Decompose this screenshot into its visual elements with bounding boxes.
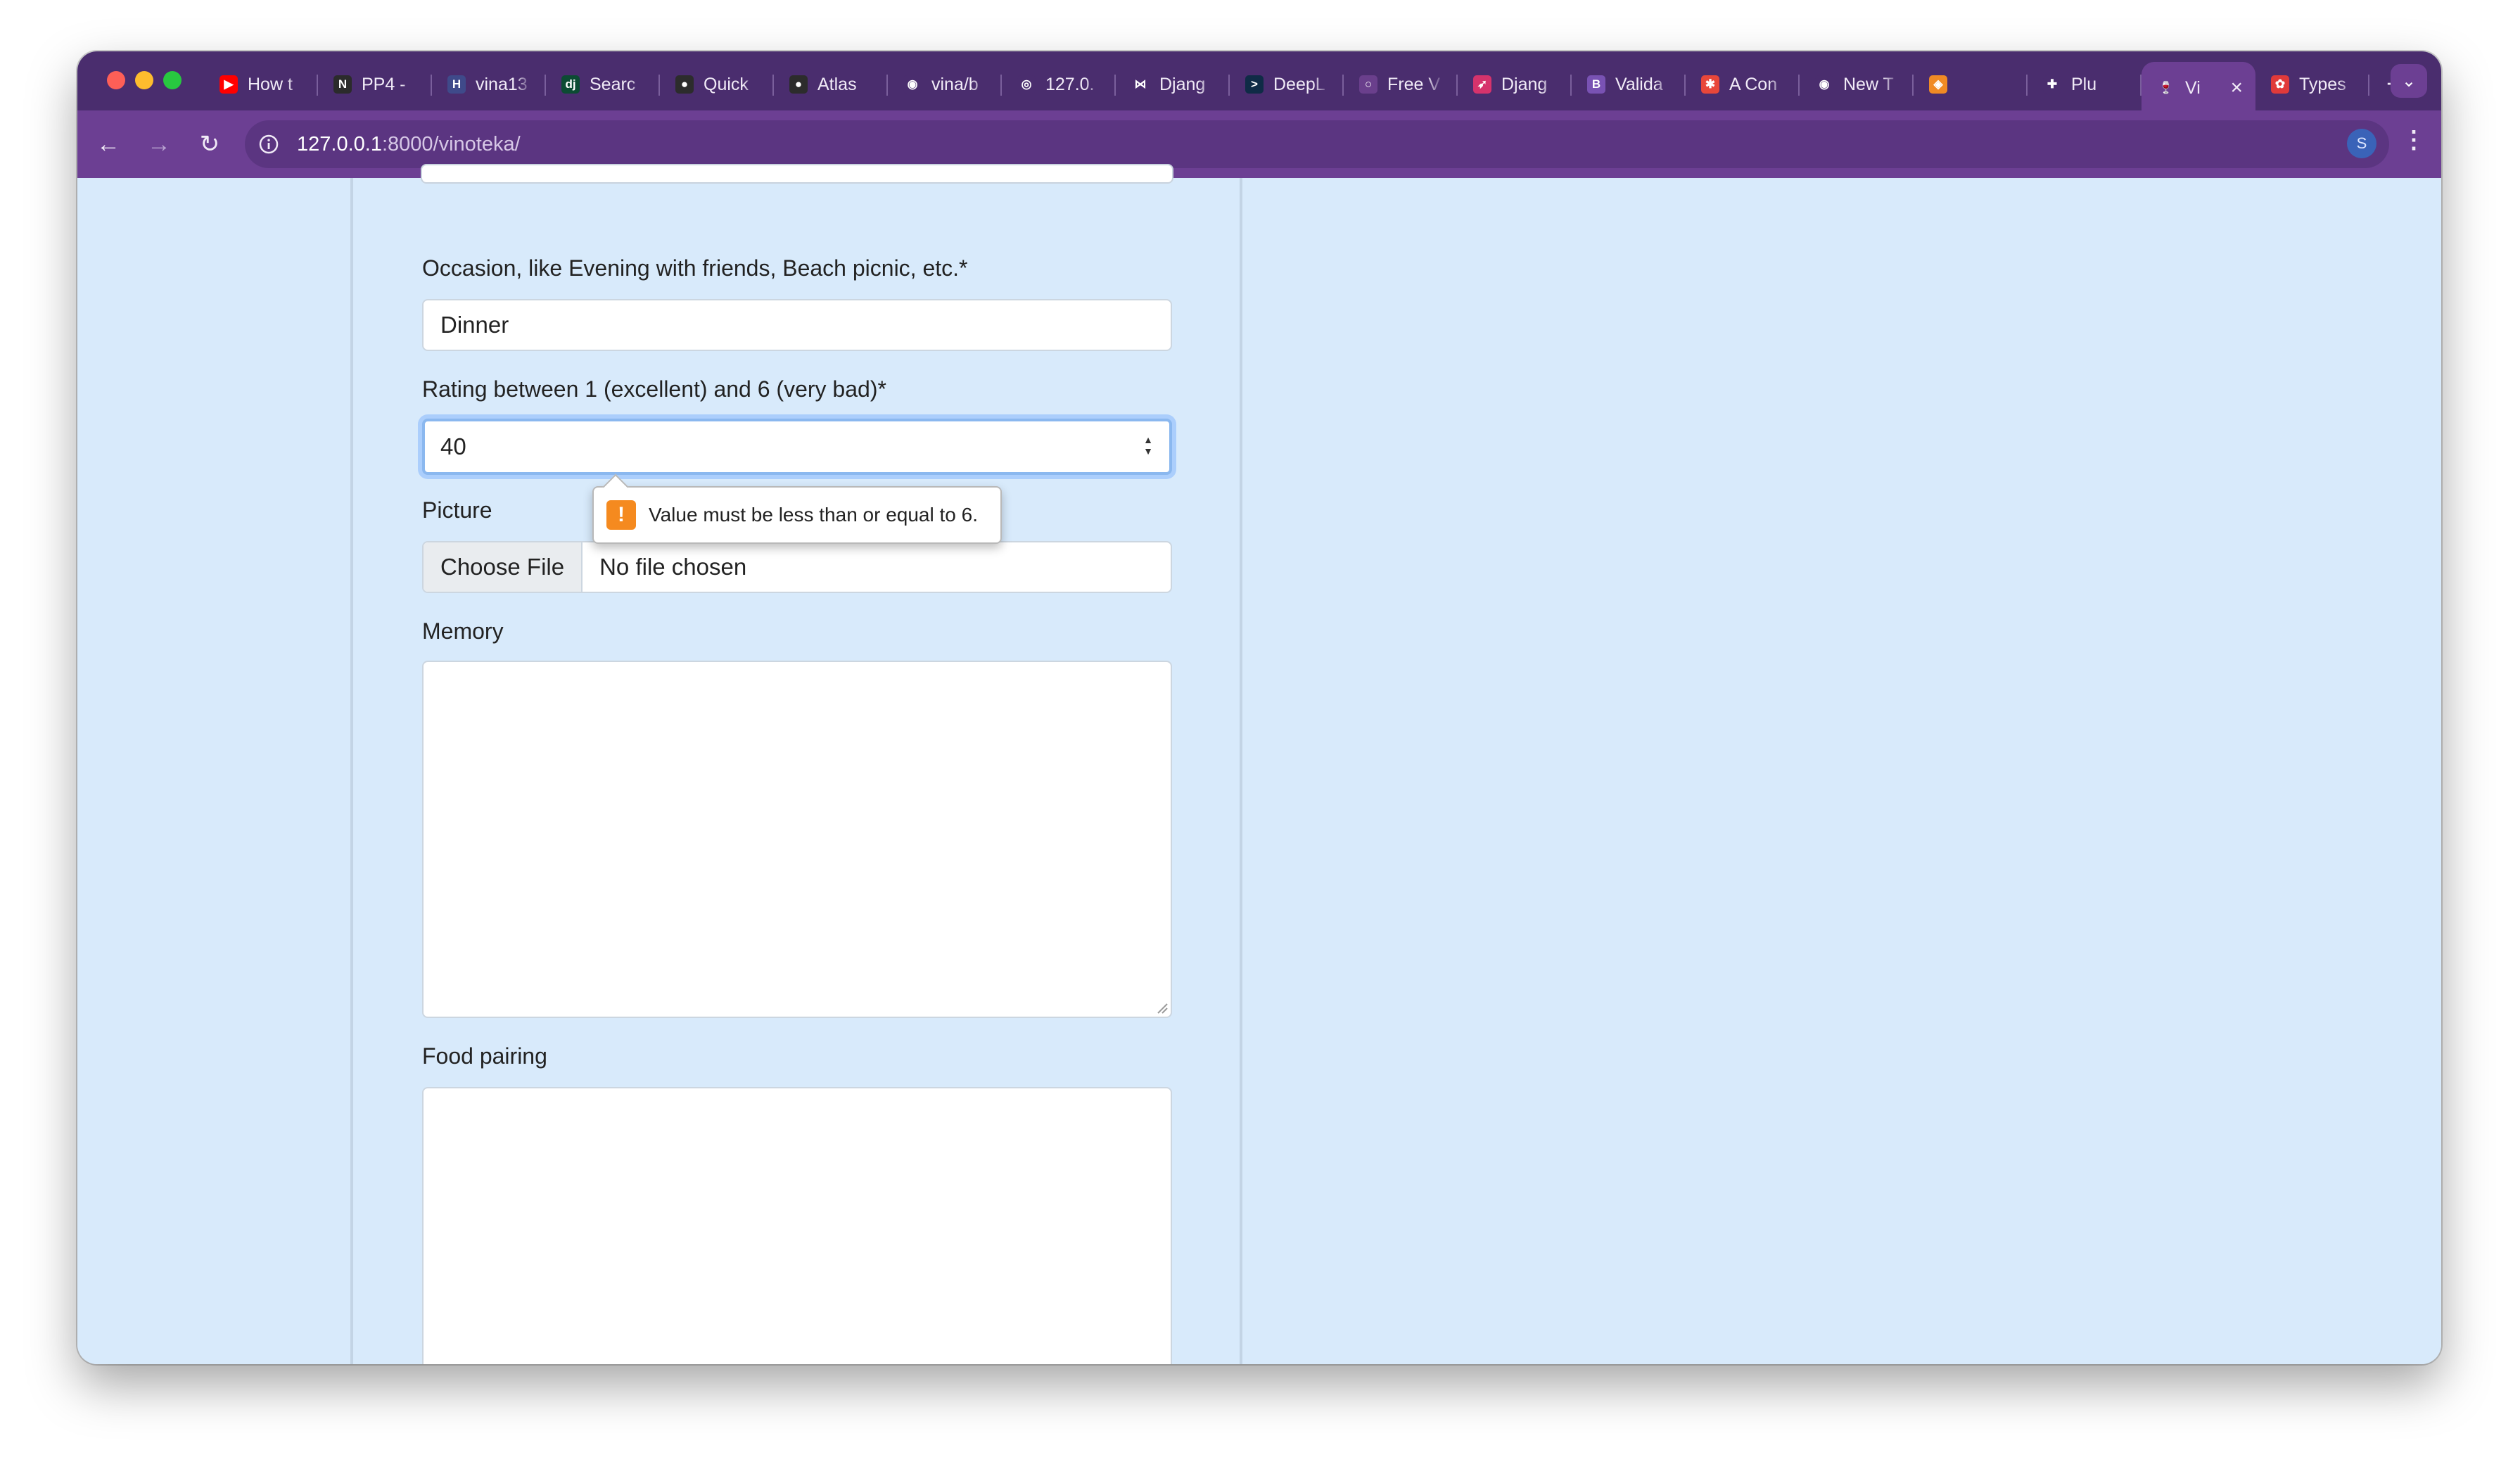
warning-icon: !: [606, 500, 636, 530]
tab-14[interactable]: ◉ New T: [1800, 62, 1914, 107]
mongodb-icon: ●: [675, 75, 694, 94]
tab-10[interactable]: ○ Free V: [1344, 62, 1458, 107]
tab-17[interactable]: 🍷 Vi ×: [2142, 62, 2255, 114]
previous-field[interactable]: [421, 164, 1173, 184]
tab-9[interactable]: > DeepL: [1230, 62, 1344, 107]
tab-12[interactable]: B Valida: [1572, 62, 1686, 107]
chevron-down-icon: ⌄: [2401, 71, 2417, 91]
tab-15[interactable]: ◈: [1914, 62, 2028, 107]
url-text: 127.0.0.1:8000/vinoteka/: [297, 133, 521, 156]
url-path: :8000/vinoteka/: [381, 132, 521, 155]
tab-label: Plu: [2071, 74, 2097, 94]
tab-label: Atlas: [817, 74, 857, 94]
tab-label: Djang: [1159, 74, 1206, 94]
tab-search-button[interactable]: ⌄: [2391, 64, 2427, 98]
tab-16[interactable]: ✚ Plu: [2028, 62, 2142, 107]
tab-label: Searc: [590, 74, 636, 94]
tab-label: Quick: [704, 74, 749, 94]
django-icon: dj: [561, 75, 580, 94]
mongodb-icon: ●: [789, 75, 808, 94]
tab-list: ▶ How t N PP4 - Hvina13 dj Searc ● Quick ● Atlas ◉ v…: [204, 58, 2402, 114]
globe-icon: ◎: [1017, 75, 1036, 94]
food-pairing-label: Food pairing: [422, 1043, 547, 1069]
tab-label: Types: [2299, 74, 2346, 94]
profile-avatar[interactable]: S: [2347, 129, 2376, 158]
site-info-icon[interactable]: [255, 130, 283, 158]
tab-18[interactable]: ✿ Types: [2255, 62, 2369, 107]
wine-glass-icon: 🍷: [2157, 79, 2175, 97]
tab-label: A Con: [1729, 74, 1778, 94]
tab-label: Valida: [1615, 74, 1663, 94]
tab-label: Free V: [1387, 74, 1441, 94]
tab-label: PP4 -: [362, 74, 406, 94]
forward-button[interactable]: →: [142, 127, 176, 161]
tab-strip: ▶ How t N PP4 - Hvina13 dj Searc ● Quick ● Atlas ◉ v…: [77, 51, 2441, 114]
bowtie-icon: ⋈: [1131, 75, 1150, 94]
url-host: 127.0.0.1: [297, 132, 382, 155]
reload-icon: ↻: [199, 131, 220, 158]
validation-message: Value must be less than or equal to 6.: [649, 504, 978, 526]
tab-label: New T: [1843, 74, 1894, 94]
tab-3[interactable]: dj Searc: [546, 62, 660, 107]
page-content: Occasion, like Evening with friends, Bea…: [77, 164, 2441, 1364]
address-bar[interactable]: 127.0.0.1:8000/vinoteka/ ☆: [245, 120, 2389, 168]
tab-label: Vi: [2185, 77, 2201, 98]
rocket-icon: ➶: [1473, 75, 1491, 94]
rating-label: Rating between 1 (excellent) and 6 (very…: [422, 376, 886, 402]
back-button[interactable]: ←: [91, 127, 125, 161]
tab-8[interactable]: ⋈ Djang: [1116, 62, 1230, 107]
tab-11[interactable]: ➶ Djang: [1458, 62, 1572, 107]
tab-label: Djang: [1501, 74, 1548, 94]
youtube-icon: ▶: [219, 75, 238, 94]
food-pairing-textarea[interactable]: [422, 1087, 1172, 1364]
react-icon: ✿: [2271, 75, 2289, 94]
tab-13[interactable]: ✱ A Con: [1686, 62, 1800, 107]
memory-label: Memory: [422, 618, 504, 644]
browser-menu-icon[interactable]: ⋮: [2402, 126, 2426, 154]
tab-0[interactable]: ▶ How t: [204, 62, 318, 107]
occasion-label: Occasion, like Evening with friends, Bea…: [422, 255, 968, 281]
chrome-icon: ◉: [1815, 75, 1833, 94]
browser-window: ▶ How t N PP4 - Hvina13 dj Searc ● Quick ● Atlas ◉ v…: [77, 51, 2441, 1364]
choose-file-button[interactable]: Choose File: [424, 542, 583, 592]
profile-initial: S: [2356, 134, 2367, 152]
tab-label: vina/b: [931, 74, 979, 94]
rating-stepper[interactable]: ▲ ▼: [1141, 434, 1155, 457]
tab-6[interactable]: ◉ vina/b: [888, 62, 1002, 107]
shield-icon: ○: [1359, 75, 1377, 94]
minimize-window-button[interactable]: [135, 71, 153, 89]
hashnode-icon: H: [447, 75, 466, 94]
validation-tooltip: ! Value must be less than or equal to 6.: [592, 486, 1002, 544]
back-arrow-icon: ←: [96, 130, 120, 158]
tab-label: 127.0.: [1045, 74, 1095, 94]
rating-input[interactable]: 40 ▲ ▼: [422, 419, 1172, 475]
tab-4[interactable]: ● Quick: [660, 62, 774, 107]
forward-arrow-icon: →: [147, 130, 171, 158]
bootstrap-icon: B: [1587, 75, 1605, 94]
extension-icon: ◈: [1929, 75, 1947, 94]
tab-7[interactable]: ◎ 127.0.: [1002, 62, 1116, 107]
tab-1[interactable]: N PP4 -: [318, 62, 432, 107]
asterisk-icon: ✱: [1701, 75, 1719, 94]
github-icon: ◉: [903, 75, 922, 94]
file-status: No file chosen: [599, 554, 747, 580]
puzzle-icon: ✚: [2043, 75, 2061, 94]
occasion-input[interactable]: Dinner: [422, 299, 1172, 351]
tab-2[interactable]: Hvina13: [432, 62, 546, 107]
tab-label: DeepL: [1273, 74, 1325, 94]
tab-label: vina13: [476, 74, 528, 94]
resize-grip-icon[interactable]: [1155, 1001, 1168, 1014]
picture-file-input[interactable]: Choose File No file chosen: [422, 541, 1172, 593]
memory-textarea[interactable]: [422, 661, 1172, 1018]
close-tab-icon[interactable]: ×: [2230, 76, 2243, 100]
close-window-button[interactable]: [107, 71, 125, 89]
reload-button[interactable]: ↻: [193, 127, 227, 161]
tab-label: How t: [248, 74, 293, 94]
zoom-window-button[interactable]: [163, 71, 182, 89]
notion-icon: N: [333, 75, 352, 94]
rating-value: 40: [440, 433, 466, 459]
deepl-icon: >: [1245, 75, 1264, 94]
tab-5[interactable]: ● Atlas: [774, 62, 888, 107]
picture-label: Picture: [422, 497, 492, 523]
